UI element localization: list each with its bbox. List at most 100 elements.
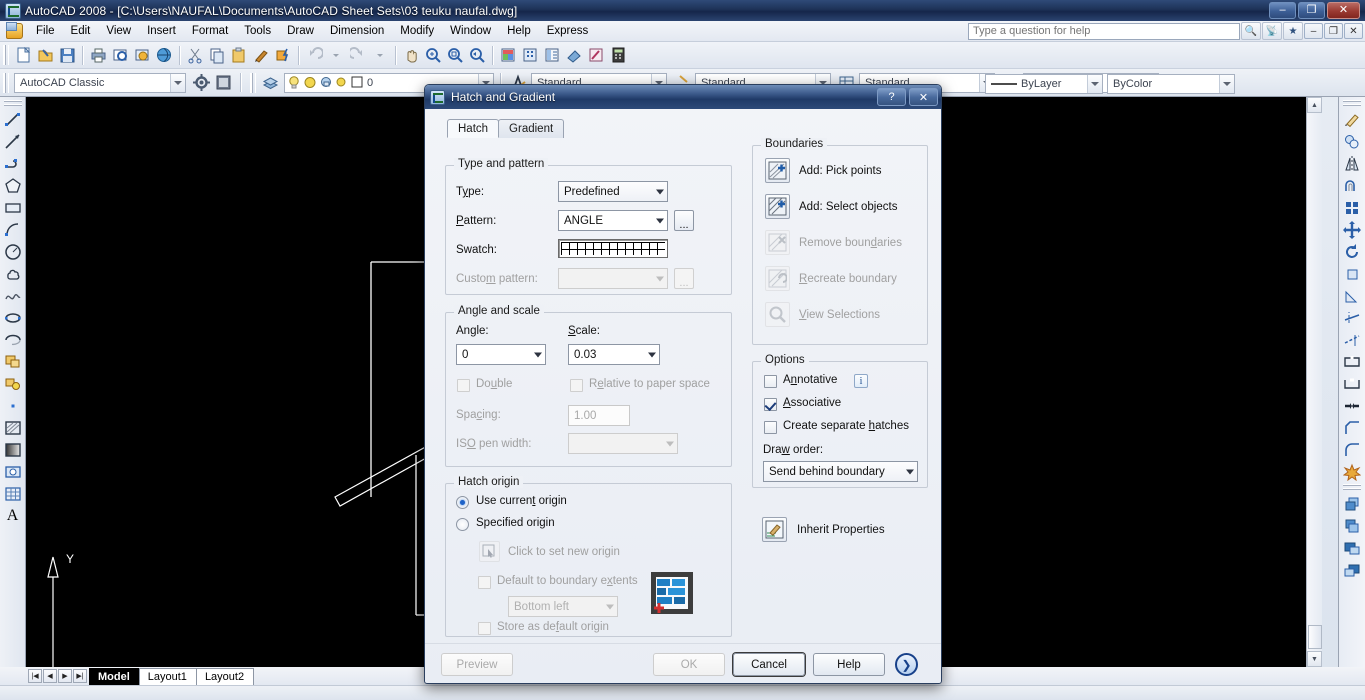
associative-checkbox[interactable] (764, 398, 777, 411)
construction-line-icon[interactable] (2, 131, 24, 153)
markup-set-icon[interactable] (585, 44, 607, 66)
search-icon[interactable]: 🔍 (1241, 22, 1261, 40)
tab-next-button[interactable]: ▶ (58, 669, 72, 683)
block-editor-icon[interactable] (272, 44, 294, 66)
doc-minimize-button[interactable]: – (1304, 23, 1323, 39)
menu-express[interactable]: Express (539, 22, 597, 40)
chevron-down-icon[interactable] (170, 73, 185, 92)
match-properties-icon[interactable] (250, 44, 272, 66)
linetype-combo[interactable]: ByLayer (985, 74, 1103, 94)
select-objects-icon[interactable] (765, 194, 790, 219)
publish-icon[interactable] (131, 44, 153, 66)
undo-icon[interactable] (303, 44, 325, 66)
favorites-star-icon[interactable]: ★ (1283, 22, 1303, 40)
pattern-combo[interactable]: ANGLE (558, 210, 668, 231)
draw-order-combo[interactable]: Send behind boundary (763, 461, 918, 482)
chevron-down-icon[interactable] (1087, 75, 1102, 93)
specified-origin-radio[interactable] (456, 518, 469, 531)
layout-tab-layout2[interactable]: Layout2 (195, 667, 255, 685)
spline-icon[interactable] (2, 285, 24, 307)
scale-combo[interactable]: 0.03 (568, 344, 660, 365)
join-icon[interactable] (1341, 395, 1363, 417)
designcenter-icon[interactable] (519, 44, 541, 66)
array-icon[interactable] (1341, 197, 1363, 219)
stretch-icon[interactable] (1341, 285, 1363, 307)
make-block-icon[interactable] (2, 373, 24, 395)
window-minimize-button[interactable]: – (1269, 2, 1296, 19)
redo-icon[interactable] (347, 44, 369, 66)
zoom-window-icon[interactable] (444, 44, 466, 66)
dialog-close-button[interactable]: ✕ (909, 88, 938, 106)
scroll-thumb[interactable] (1307, 625, 1322, 649)
lineweight-combo[interactable]: ByColor (1107, 74, 1235, 94)
erase-icon[interactable] (1341, 109, 1363, 131)
angle-combo[interactable]: 0 (456, 344, 546, 365)
help-search-input[interactable] (968, 22, 1240, 40)
copy-object-icon[interactable] (1341, 131, 1363, 153)
toolbar-grip[interactable] (3, 45, 9, 65)
workspace-display-icon[interactable] (212, 72, 234, 94)
sheetset-icon[interactable] (563, 44, 585, 66)
cancel-button[interactable]: Cancel (733, 653, 805, 676)
paste-icon[interactable] (228, 44, 250, 66)
copy-icon[interactable] (206, 44, 228, 66)
window-restore-button[interactable]: ❐ (1298, 2, 1325, 19)
rotate-icon[interactable] (1341, 241, 1363, 263)
use-current-origin-radio[interactable] (456, 496, 469, 509)
communication-center-icon[interactable]: 📡 (1262, 22, 1282, 40)
menu-modify[interactable]: Modify (392, 22, 442, 40)
table-icon[interactable] (2, 483, 24, 505)
menu-edit[interactable]: Edit (63, 22, 99, 40)
rectangle-icon[interactable] (2, 197, 24, 219)
create-separate-hatches-checkbox[interactable] (764, 421, 777, 434)
extend-icon[interactable] (1341, 329, 1363, 351)
polygon-icon[interactable] (2, 175, 24, 197)
layout-tab-layout1[interactable]: Layout1 (138, 667, 197, 685)
ellipse-icon[interactable] (2, 307, 24, 329)
toolbar-grip-3[interactable] (250, 72, 256, 93)
menu-format[interactable]: Format (184, 22, 236, 40)
chamfer-icon[interactable] (1341, 417, 1363, 439)
inherit-properties-label[interactable]: Inherit Properties (797, 524, 885, 536)
menu-insert[interactable]: Insert (139, 22, 184, 40)
offset-icon[interactable] (1341, 175, 1363, 197)
menu-view[interactable]: View (98, 22, 139, 40)
zoom-realtime-icon[interactable] (422, 44, 444, 66)
tab-gradient[interactable]: Gradient (498, 119, 565, 138)
move-icon[interactable] (1341, 219, 1363, 241)
open-file-icon[interactable] (34, 44, 56, 66)
menu-window[interactable]: Window (442, 22, 499, 40)
plot-preview-icon[interactable] (109, 44, 131, 66)
workspace-combo[interactable]: AutoCAD Classic (14, 72, 186, 93)
line-icon[interactable] (2, 109, 24, 131)
layer-properties-icon[interactable] (259, 72, 281, 94)
add-select-objects-label[interactable]: Add: Select objects (799, 201, 897, 213)
undo-dropdown-icon[interactable] (325, 44, 347, 66)
fillet-icon[interactable] (1341, 439, 1363, 461)
doc-close-button[interactable]: ✕ (1344, 23, 1363, 39)
draw-toolbar-grip[interactable] (3, 100, 22, 107)
scroll-down-button[interactable]: ▼ (1307, 651, 1322, 667)
scale-icon[interactable] (1341, 263, 1363, 285)
circle-icon[interactable] (2, 241, 24, 263)
tab-first-button[interactable]: |◀ (28, 669, 42, 683)
tab-hatch[interactable]: Hatch (447, 119, 500, 138)
workspace-settings-icon[interactable] (190, 72, 212, 94)
multiline-text-icon[interactable]: A (2, 505, 24, 527)
quickcalc-icon[interactable] (607, 44, 629, 66)
annotative-checkbox[interactable] (764, 375, 777, 388)
pattern-swatch-preview[interactable] (558, 239, 668, 258)
gradient-icon[interactable] (2, 439, 24, 461)
expand-dialog-button[interactable]: ❯ (895, 653, 918, 676)
add-pick-points-label[interactable]: Add: Pick points (799, 165, 881, 177)
send-to-back-icon[interactable] (1341, 515, 1363, 537)
menu-draw[interactable]: Draw (279, 22, 322, 40)
save-icon[interactable] (56, 44, 78, 66)
polyline-icon[interactable] (2, 153, 24, 175)
explode-icon[interactable] (1341, 461, 1363, 483)
tab-last-button[interactable]: ▶| (73, 669, 87, 683)
modify-toolbar-grip[interactable] (1343, 100, 1361, 107)
send-under-object-icon[interactable] (1341, 559, 1363, 581)
chevron-down-icon[interactable] (1219, 75, 1234, 93)
associative-label[interactable]: Associative (783, 397, 841, 409)
